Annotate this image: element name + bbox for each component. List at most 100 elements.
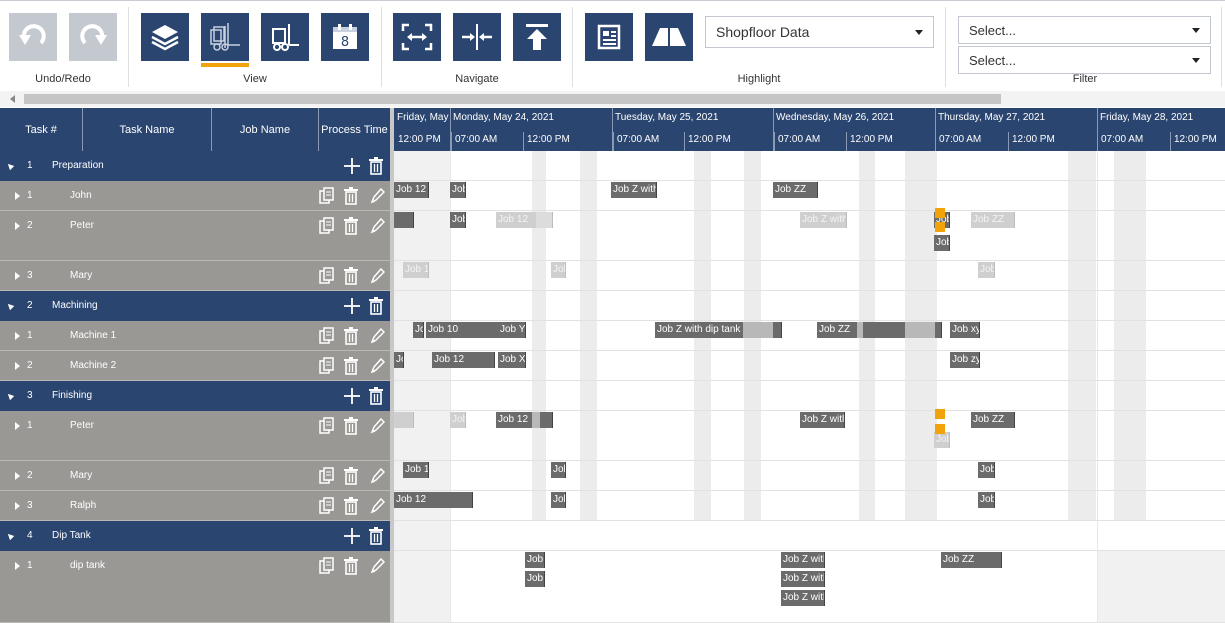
job-bar[interactable]: Job ZZ — [817, 322, 942, 338]
collapse-icon[interactable] — [5, 531, 15, 541]
job-bar[interactable]: Job 12 — [496, 212, 553, 228]
job-bar[interactable]: Job xy — [950, 322, 980, 338]
job-bar[interactable]: Job — [450, 212, 466, 228]
edit-icon[interactable] — [369, 467, 385, 485]
copy-icon[interactable] — [319, 187, 335, 205]
edit-icon[interactable] — [369, 217, 385, 235]
edit-icon[interactable] — [369, 187, 385, 205]
job-bar[interactable]: Job — [934, 432, 950, 448]
job-bar[interactable]: Job — [978, 462, 995, 478]
job-bar[interactable]: Job 1 — [403, 462, 429, 478]
expand-icon[interactable] — [15, 472, 20, 480]
expand-icon[interactable] — [15, 422, 20, 430]
job-bar[interactable]: Job — [450, 412, 466, 428]
layers-button[interactable] — [141, 13, 189, 61]
job-bar[interactable]: Job 1 — [403, 262, 429, 278]
group-row[interactable]: 4 Dip Tank — [0, 521, 390, 551]
add-icon[interactable] — [344, 527, 360, 545]
job-bar[interactable]: Job — [934, 235, 950, 251]
delete-icon[interactable] — [368, 297, 384, 315]
delete-icon[interactable] — [368, 527, 384, 545]
resources-multi-view-button[interactable] — [201, 13, 249, 67]
resource-row[interactable]: 3 Mary — [0, 261, 390, 291]
horizontal-scrollbar[interactable] — [0, 91, 1225, 107]
job-bar[interactable]: Job 12 — [496, 412, 553, 428]
delete-icon[interactable] — [343, 267, 359, 285]
resource-row[interactable]: 1 Machine 1 — [0, 321, 390, 351]
expand-icon[interactable] — [15, 272, 20, 280]
resource-row[interactable]: 1 Peter — [0, 411, 390, 461]
expand-icon[interactable] — [15, 332, 20, 340]
perspective-button[interactable] — [645, 13, 693, 61]
delete-icon[interactable] — [343, 327, 359, 345]
collapse-icon[interactable] — [5, 301, 15, 311]
resource-row[interactable]: 1 dip tank — [0, 551, 390, 623]
col-header-process-time[interactable]: Process Time — [319, 108, 390, 151]
delete-icon[interactable] — [343, 557, 359, 575]
copy-icon[interactable] — [319, 267, 335, 285]
edit-icon[interactable] — [369, 267, 385, 285]
job-bar[interactable]: Job 10 — [426, 322, 500, 338]
copy-icon[interactable] — [319, 557, 335, 575]
delete-icon[interactable] — [343, 187, 359, 205]
job-bar[interactable]: Job ZZ — [773, 182, 818, 198]
col-header-task-num[interactable]: Task # — [0, 108, 83, 151]
job-bar[interactable]: Job 12 — [394, 182, 429, 198]
fit-view-button[interactable] — [393, 13, 441, 61]
collapse-button[interactable] — [453, 13, 501, 61]
copy-icon[interactable] — [319, 327, 335, 345]
expand-icon[interactable] — [15, 502, 20, 510]
delete-icon[interactable] — [343, 497, 359, 515]
job-bar[interactable] — [394, 412, 414, 428]
job-bar[interactable]: Job Z with — [611, 182, 657, 198]
job-bar[interactable]: Jc — [413, 322, 424, 338]
job-bar[interactable]: Job — [978, 492, 995, 508]
copy-icon[interactable] — [319, 217, 335, 235]
scroll-top-button[interactable] — [513, 13, 561, 61]
job-bar[interactable]: Job — [525, 571, 545, 587]
redo-button[interactable] — [69, 13, 117, 61]
job-bar[interactable]: Job Y — [498, 322, 526, 338]
resource-row[interactable]: 1 John — [0, 181, 390, 211]
expand-icon[interactable] — [15, 192, 20, 200]
job-bar[interactable]: Job Z with dip tank — [655, 322, 782, 338]
edit-icon[interactable] — [369, 497, 385, 515]
add-icon[interactable] — [344, 387, 360, 405]
job-bar[interactable]: Job 12 — [432, 352, 495, 368]
warning-icon[interactable] — [935, 208, 945, 218]
report-button[interactable] — [585, 13, 633, 61]
undo-button[interactable] — [9, 13, 57, 61]
warning-icon[interactable] — [935, 222, 945, 232]
job-bar[interactable]: Job — [551, 262, 566, 278]
copy-icon[interactable] — [319, 467, 335, 485]
copy-icon[interactable] — [319, 497, 335, 515]
job-bar[interactable]: Job zy — [950, 352, 980, 368]
expand-icon[interactable] — [15, 222, 20, 230]
job-bar[interactable]: Job Z with — [800, 412, 845, 428]
job-bar[interactable]: Job — [450, 182, 466, 198]
job-bar[interactable]: Job — [551, 462, 566, 478]
copy-icon[interactable] — [319, 357, 335, 375]
resource-row[interactable]: 2 Machine 2 — [0, 351, 390, 381]
job-bar[interactable]: Job — [525, 552, 545, 568]
job-bar[interactable]: Job Z with — [781, 552, 825, 568]
job-bar[interactable]: Job Z with — [800, 212, 847, 228]
edit-icon[interactable] — [369, 417, 385, 435]
delete-icon[interactable] — [368, 387, 384, 405]
edit-icon[interactable] — [369, 357, 385, 375]
job-bar[interactable]: Job 12 — [394, 492, 473, 508]
col-header-job-name[interactable]: Job Name — [212, 108, 319, 151]
expand-icon[interactable] — [15, 562, 20, 570]
resource-row[interactable]: 2 Peter — [0, 211, 390, 261]
job-bar[interactable]: Job Z with — [781, 571, 825, 587]
copy-icon[interactable] — [319, 417, 335, 435]
scroll-left-icon[interactable] — [10, 95, 15, 103]
collapse-icon[interactable] — [5, 391, 15, 401]
edit-icon[interactable] — [369, 557, 385, 575]
expand-icon[interactable] — [15, 362, 20, 370]
resource-row[interactable]: 3 Ralph — [0, 491, 390, 521]
job-bar[interactable]: Job ZZ — [971, 412, 1015, 428]
warning-icon[interactable] — [935, 409, 945, 419]
add-icon[interactable] — [344, 157, 360, 175]
delete-icon[interactable] — [343, 357, 359, 375]
